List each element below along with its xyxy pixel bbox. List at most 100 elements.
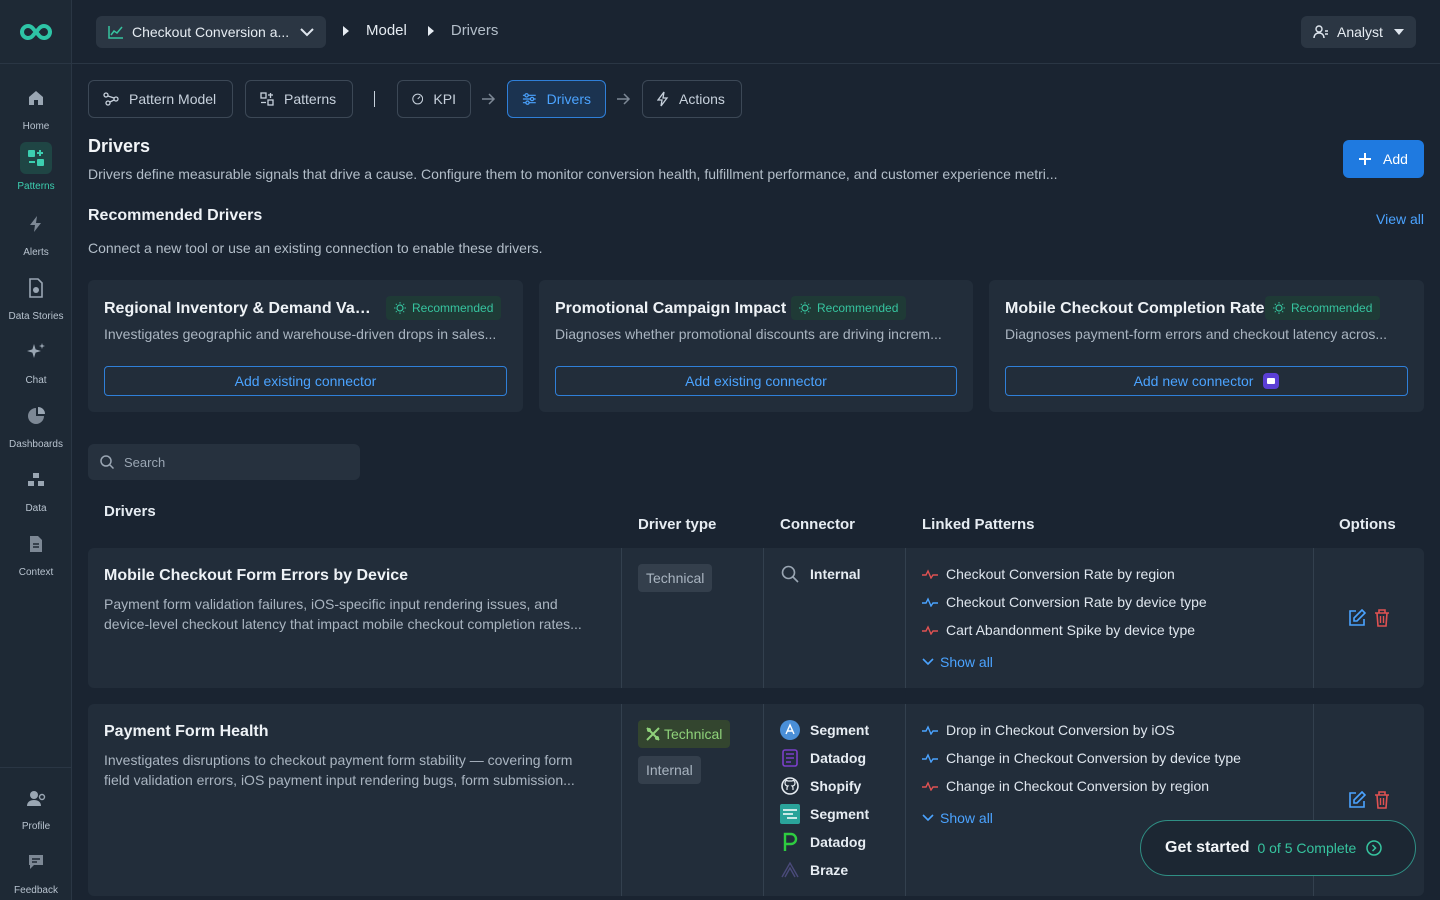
kpi-selector[interactable]: Checkout Conversion a...: [96, 16, 326, 48]
sidebar-item-dashboards[interactable]: Dashboards: [0, 400, 72, 450]
bolt-icon: [20, 208, 52, 240]
sidebar-item-label: Patterns: [17, 181, 55, 192]
table-row[interactable]: Mobile Checkout Form Errors by Device Pa…: [88, 548, 1424, 688]
patterns-icon: [20, 142, 52, 174]
line-chart-icon: [108, 26, 123, 39]
sidebar-item-data-stories[interactable]: Data Stories: [0, 272, 72, 322]
add-existing-connector-button[interactable]: Add existing connector: [555, 366, 957, 396]
sidebar-item-label: Context: [18, 567, 54, 578]
edit-icon[interactable]: [1348, 609, 1366, 627]
gauge-icon: [412, 93, 424, 105]
caret-right-icon: [343, 25, 349, 36]
get-started-button[interactable]: Get started 0 of 5 Complete: [1140, 820, 1416, 876]
column-header-connector[interactable]: Connector: [780, 516, 855, 533]
add-driver-button[interactable]: Add: [1343, 140, 1424, 178]
top-bar: Checkout Conversion a... Model Drivers A…: [72, 0, 1440, 64]
trash-icon[interactable]: [1374, 791, 1390, 809]
column-header-linked-patterns[interactable]: Linked Patterns: [922, 516, 1035, 533]
sidebar-item-label: Profile: [21, 821, 51, 832]
tab-actions[interactable]: Actions: [642, 80, 742, 118]
connector-item: Braze: [780, 860, 848, 880]
bulb-icon: [394, 302, 406, 314]
search-box[interactable]: [88, 444, 360, 480]
patterns-icon: [260, 92, 274, 106]
sidebar-item-label: Data: [25, 503, 47, 514]
linked-pattern-item[interactable]: Checkout Conversion Rate by region: [922, 566, 1175, 582]
recommended-card-description: Diagnoses whether promotional discounts …: [555, 326, 942, 342]
recommended-card-description: Diagnoses payment-form errors and checko…: [1005, 326, 1388, 342]
sidebar-divider: [0, 767, 72, 768]
sidebar-item-label: Alerts: [23, 247, 49, 258]
bulb-icon: [799, 302, 811, 314]
edit-icon[interactable]: [1348, 791, 1366, 809]
sidebar-item-profile[interactable]: Profile: [0, 782, 72, 832]
show-all-link[interactable]: Show all: [922, 654, 993, 670]
tab-label: Pattern Model: [129, 91, 217, 107]
segment-icon: [780, 720, 800, 740]
app-logo[interactable]: [0, 0, 71, 64]
search-input[interactable]: [124, 454, 324, 470]
sidebar-item-context[interactable]: Context: [0, 528, 72, 578]
pattern-model-icon: [103, 92, 119, 106]
sidebar-item-patterns[interactable]: Patterns: [0, 142, 72, 192]
search-icon: [780, 564, 800, 584]
linked-pattern-item[interactable]: Drop in Checkout Conversion by iOS: [922, 722, 1175, 738]
recommended-card: Regional Inventory & Demand Vari... Reco…: [88, 280, 523, 412]
sidebar-item-label: Dashboards: [9, 439, 63, 450]
connector-item: Segment: [780, 720, 869, 740]
sidebar: Home Patterns Alerts Data Stories Chat D…: [0, 0, 72, 900]
user-role-icon: [1313, 25, 1328, 39]
sidebar-item-label: Home: [22, 121, 50, 132]
recommended-badge: Recommended: [386, 296, 502, 320]
linked-pattern-item[interactable]: Cart Abandonment Spike by device type: [922, 622, 1195, 638]
recommended-card: Promotional Campaign Impact Recommended …: [539, 280, 973, 412]
breadcrumb-model[interactable]: Model: [366, 22, 407, 39]
recommended-card: Mobile Checkout Completion Rate Recommen…: [989, 280, 1424, 412]
linked-pattern-item[interactable]: Change in Checkout Conversion by region: [922, 778, 1209, 794]
chevron-down-icon: [922, 658, 934, 666]
get-started-progress: 0 of 5 Complete: [1257, 840, 1357, 856]
tab-kpi[interactable]: KPI: [397, 80, 471, 118]
profile-icon: [20, 782, 52, 814]
sidebar-item-label: Feedback: [14, 885, 58, 896]
sidebar-item-home[interactable]: Home: [0, 82, 72, 132]
linked-pattern-item[interactable]: Change in Checkout Conversion by device …: [922, 750, 1241, 766]
document-icon: [20, 528, 52, 560]
type-tag: Technical: [638, 564, 713, 592]
sidebar-item-chat[interactable]: Chat: [0, 336, 72, 386]
sliders-icon: [522, 93, 536, 105]
tab-label: Patterns: [284, 91, 337, 107]
add-new-connector-button[interactable]: Add new connector: [1005, 366, 1408, 396]
plus-icon: [1359, 153, 1372, 165]
view-all-link[interactable]: View all: [1376, 211, 1424, 227]
driver-name[interactable]: Payment Form Health: [104, 723, 268, 741]
type-tag: Technical: [638, 720, 731, 748]
connector-item: Datadog: [780, 832, 866, 852]
arrow-right-icon: [617, 93, 631, 105]
caret-down-icon: [1394, 29, 1404, 35]
add-existing-connector-button[interactable]: Add existing connector: [104, 366, 507, 396]
recommended-title: Recommended Drivers: [88, 207, 263, 224]
driver-description: Payment form validation failures, iOS-sp…: [104, 596, 582, 632]
tab-patterns[interactable]: Patterns: [245, 80, 353, 118]
tab-drivers[interactable]: Drivers: [507, 80, 606, 118]
type-tag: Internal: [638, 756, 701, 784]
tab-pattern-model[interactable]: Pattern Model: [88, 80, 233, 118]
trash-icon[interactable]: [1374, 609, 1390, 627]
pattern-trend-icon: [922, 569, 938, 579]
kpi-selector-value: Checkout Conversion a...: [132, 24, 290, 40]
feedback-icon: [20, 846, 52, 878]
show-all-link[interactable]: Show all: [922, 810, 993, 826]
sidebar-item-data[interactable]: Data: [0, 464, 72, 514]
connector-item: Datadog: [780, 748, 866, 768]
recommended-card-description: Investigates geographic and warehouse-dr…: [104, 326, 497, 342]
driver-name[interactable]: Mobile Checkout Form Errors by Device: [104, 567, 408, 585]
linked-pattern-item[interactable]: Checkout Conversion Rate by device type: [922, 594, 1207, 610]
sidebar-item-alerts[interactable]: Alerts: [0, 208, 72, 258]
column-header-driver-type[interactable]: Driver type: [638, 516, 716, 533]
role-selector[interactable]: Analyst: [1301, 16, 1416, 48]
caret-right-icon: [427, 25, 434, 36]
sidebar-item-feedback[interactable]: Feedback: [0, 846, 72, 896]
connector-item: Internal: [780, 564, 861, 584]
breadcrumb-drivers: Drivers: [450, 22, 499, 39]
